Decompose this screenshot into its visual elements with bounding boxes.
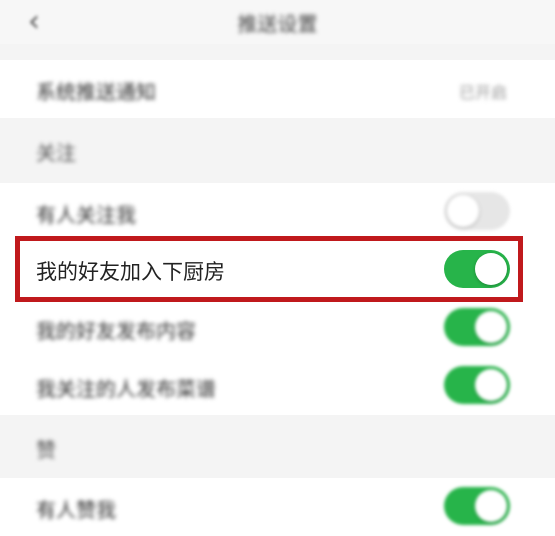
someone-follows-toggle[interactable] [444, 192, 510, 230]
toggle-knob [475, 490, 507, 522]
page-title: 推送设置 [237, 12, 318, 36]
followed-posts-row: 我关注的人发布菜谱 [0, 357, 555, 415]
system-push-label: 系统推送通知 [36, 80, 156, 104]
friend-joins-toggle[interactable] [444, 250, 510, 288]
nav-bar: ‹ 推送设置 [0, 0, 555, 44]
system-push-row[interactable]: 系统推送通知 已开启 [0, 60, 555, 118]
system-push-status: 已开启 [458, 83, 507, 102]
someone-follows-label: 有人关注我 [36, 203, 136, 227]
someone-follows-row: 有人关注我 [0, 183, 555, 241]
friend-posts-toggle[interactable] [444, 308, 510, 346]
followed-posts-toggle[interactable] [444, 366, 510, 404]
someone-likes-label: 有人赞我 [36, 498, 116, 522]
section-like: 赞 [0, 418, 555, 476]
followed-posts-label: 我关注的人发布菜谱 [36, 377, 216, 401]
friend-posts-label: 我的好友发布内容 [36, 319, 196, 343]
friend-joins-row: 我的好友加入下厨房 [0, 241, 555, 299]
section-follow: 关注 [0, 121, 555, 179]
section-like-label: 赞 [36, 438, 56, 462]
toggle-knob [447, 195, 479, 227]
toggle-knob [475, 369, 507, 401]
section-follow-label: 关注 [36, 141, 76, 165]
someone-likes-row: 有人赞我 [0, 478, 555, 536]
toggle-knob [475, 253, 507, 285]
friend-joins-label: 我的好友加入下厨房 [36, 260, 225, 284]
friend-posts-row: 我的好友发布内容 [0, 299, 555, 357]
someone-likes-toggle[interactable] [444, 487, 510, 525]
toggle-knob [475, 311, 507, 343]
